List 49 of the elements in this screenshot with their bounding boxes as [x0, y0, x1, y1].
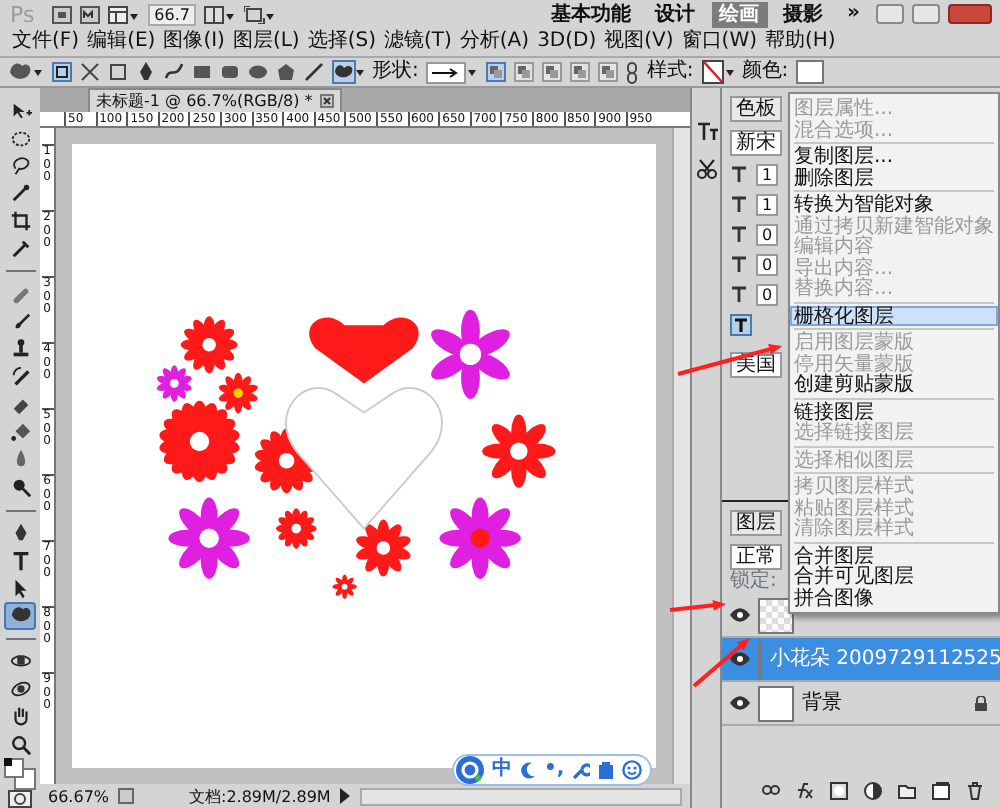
workspace-tab[interactable]: 摄影 [775, 1, 832, 28]
menu-item[interactable]: 帮助(H) [761, 30, 840, 55]
menu-item[interactable]: 滤镜(T) [379, 30, 456, 55]
document-tab[interactable]: 未标题-1 @ 66.7%(RGB/8) * [88, 88, 343, 113]
shape-label: 形状: [372, 60, 419, 85]
workspace-tab[interactable]: 绘画 [711, 1, 768, 28]
menu-item[interactable]: 链接图层 [790, 401, 998, 422]
menu-item[interactable]: 选择(S) [303, 30, 380, 55]
menu-item[interactable]: 创建剪贴蒙版 [790, 374, 998, 395]
menu-item[interactable]: 复制图层... [790, 146, 998, 167]
document-size: 文档:2.89M/2.89M [187, 785, 331, 807]
character-setting-field[interactable]: 0 [756, 224, 779, 247]
menu-item[interactable]: 删除图层 [790, 167, 998, 188]
layer-row[interactable]: 背景 [722, 682, 1000, 727]
color-label: 颜色: [741, 60, 789, 85]
menu-item[interactable]: 编辑(E) [83, 30, 160, 55]
character-setting-field[interactable]: 0 [756, 284, 779, 307]
panel-tab[interactable]: 色板 [730, 96, 782, 123]
menu-item[interactable]: 视图(V) [600, 30, 678, 55]
menu-item[interactable]: 图层(L) [228, 30, 304, 55]
menu-item[interactable]: 合并可见图层 [790, 566, 998, 587]
zoom-level: 66.67% [48, 785, 110, 807]
punctuation-button[interactable]: •, [544, 756, 565, 784]
lock-label: 锁定: [730, 570, 777, 595]
input-mode-button[interactable]: 中 [492, 756, 512, 784]
character-setting-field[interactable]: 0 [756, 254, 779, 277]
menu-item[interactable]: 合并图层 [790, 545, 998, 566]
app-logo: Ps [8, 1, 37, 28]
blend-mode-dropdown[interactable]: 正常 [730, 544, 782, 571]
menu-item[interactable]: 文件(F) [8, 30, 84, 55]
menu-item[interactable]: 窗口(W) [677, 30, 761, 55]
style-label: 样式: [646, 60, 694, 85]
zoom-dropdown[interactable]: 66.7 [148, 3, 196, 26]
menu-item[interactable]: 图像(I) [159, 30, 229, 55]
menu-item[interactable]: 栅格化图层 [790, 305, 998, 326]
menu-item[interactable]: 转换为智能对象 [790, 194, 998, 215]
document-tab-title: 未标题-1 @ 66.7%(RGB/8) * [96, 90, 313, 113]
workspace-tab[interactable]: 设计 [647, 1, 704, 28]
character-setting-field[interactable]: 1 [756, 164, 779, 187]
more-workspaces-button[interactable]: » [839, 2, 868, 27]
menu-item[interactable]: 3D(D) [533, 30, 601, 55]
layer-name: 背景 [802, 691, 842, 716]
layer-name: 小花朵 2009729112525 [770, 647, 1000, 672]
font-family-field[interactable]: 新宋 [730, 130, 782, 157]
character-setting-field[interactable]: 1 [756, 194, 779, 217]
menu-item[interactable]: 分析(A) [455, 30, 534, 55]
panel-tab[interactable]: 图层 [730, 510, 782, 537]
workspace-tab[interactable]: 基本功能 [543, 1, 640, 28]
menu-item[interactable]: 拼合图像 [790, 587, 998, 608]
